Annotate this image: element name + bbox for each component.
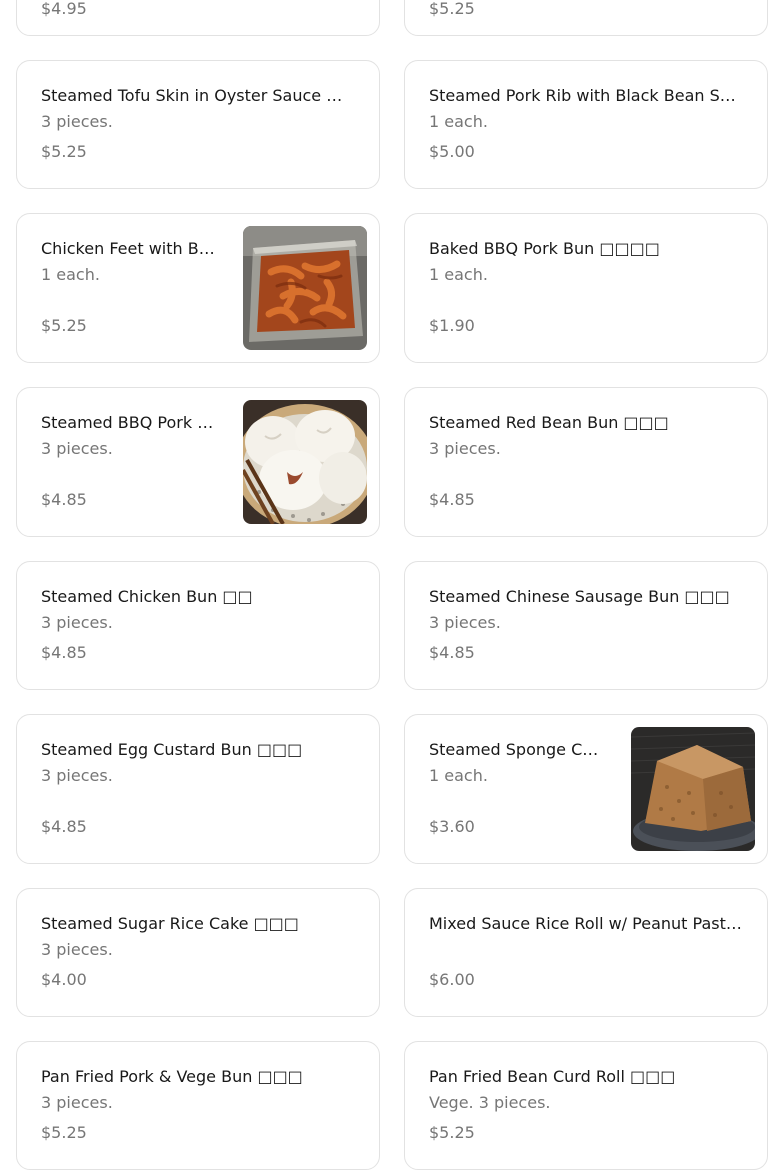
menu-item-card[interactable]: Chicken Feet with Black Bean Sauce □□□ 1… <box>16 213 380 363</box>
item-price: $4.85 <box>429 490 475 509</box>
item-description: 3 pieces. <box>41 112 113 131</box>
item-name: Pan Fried Bean Curd Roll □□□ <box>429 1067 676 1086</box>
item-description: 3 pieces. <box>41 940 113 959</box>
item-price: $3.60 <box>429 817 475 836</box>
menu-item-card[interactable]: Steamed Tofu Skin in Oyster Sauce □□□ 3 … <box>16 60 380 189</box>
menu-item-card[interactable]: Steamed Pork Rib with Black Bean Sauce □… <box>404 60 768 189</box>
item-price: $5.00 <box>429 142 475 161</box>
sponge-cake-photo <box>631 727 755 851</box>
menu-item-card[interactable]: Steamed Chinese Sausage Bun □□□ 3 pieces… <box>404 561 768 690</box>
menu-item-card[interactable]: Pan Fried Bean Curd Roll □□□ Vege. 3 pie… <box>404 1041 768 1170</box>
item-description: 1 each. <box>429 766 488 785</box>
menu-item-card[interactable]: Baked BBQ Pork Bun □□□□ 1 each. $1.90 <box>404 213 768 363</box>
item-price: $5.25 <box>41 316 87 335</box>
menu-item-card[interactable]: Steamed Red Bean Bun □□□ 3 pieces. $4.85 <box>404 387 768 537</box>
menu-item-card[interactable]: Mixed Sauce Rice Roll w/ Peanut Paste □□… <box>404 888 768 1017</box>
chicken-feet-photo <box>243 226 367 350</box>
item-name: Steamed Egg Custard Bun □□□ <box>41 740 303 759</box>
item-description: 3 pieces. <box>41 1093 113 1112</box>
item-price: $4.85 <box>41 817 87 836</box>
menu-item-card[interactable]: $5.25 <box>404 0 768 36</box>
item-price: $4.85 <box>429 643 475 662</box>
item-name: Steamed Pork Rib with Black Bean Sauce □… <box>429 86 743 105</box>
item-price: $4.85 <box>41 643 87 662</box>
item-price: $5.25 <box>429 0 475 18</box>
menu-item-card[interactable]: Steamed Sugar Rice Cake □□□ 3 pieces. $4… <box>16 888 380 1017</box>
item-name: Chicken Feet with Black Bean Sauce □□□ <box>41 239 219 258</box>
item-price: $4.95 <box>41 0 87 18</box>
item-price: $1.90 <box>429 316 475 335</box>
item-description: 3 pieces. <box>41 766 113 785</box>
item-price: $6.00 <box>429 970 475 989</box>
item-name: Mixed Sauce Rice Roll w/ Peanut Paste □□… <box>429 914 743 933</box>
item-description: 3 pieces. <box>41 613 113 632</box>
item-price: $5.25 <box>41 1123 87 1142</box>
item-name: Steamed Chinese Sausage Bun □□□ <box>429 587 730 606</box>
item-description: 1 each. <box>41 265 100 284</box>
menu-item-card[interactable]: Pan Fried Pork & Vege Bun □□□ 3 pieces. … <box>16 1041 380 1170</box>
item-name: Steamed Chicken Bun □□ <box>41 587 253 606</box>
menu-item-card[interactable]: Steamed BBQ Pork Bun □□□ 3 pieces. $4.85 <box>16 387 380 537</box>
item-name: Steamed Tofu Skin in Oyster Sauce □□□ <box>41 86 355 105</box>
menu-item-card[interactable]: Steamed Egg Custard Bun □□□ 3 pieces. $4… <box>16 714 380 864</box>
item-price: $4.85 <box>41 490 87 509</box>
item-price: $5.25 <box>41 142 87 161</box>
item-price: $5.25 <box>429 1123 475 1142</box>
item-description: 1 each. <box>429 265 488 284</box>
item-description: 1 each. <box>429 112 488 131</box>
item-name: Pan Fried Pork & Vege Bun □□□ <box>41 1067 303 1086</box>
menu-item-card[interactable]: Steamed Sponge Cake □□□ 1 each. $3.60 <box>404 714 768 864</box>
item-name: Steamed BBQ Pork Bun □□□ <box>41 413 219 432</box>
item-name: Steamed Sugar Rice Cake □□□ <box>41 914 299 933</box>
menu-item-card[interactable]: $4.95 <box>16 0 380 36</box>
item-price: $4.00 <box>41 970 87 989</box>
menu-item-card[interactable]: Steamed Chicken Bun □□ 3 pieces. $4.85 <box>16 561 380 690</box>
item-description: 3 pieces. <box>429 439 501 458</box>
item-description: 3 pieces. <box>429 613 501 632</box>
item-name: Baked BBQ Pork Bun □□□□ <box>429 239 660 258</box>
bbq-pork-bun-photo <box>243 400 367 524</box>
item-description: Vege. 3 pieces. <box>429 1093 551 1112</box>
item-name: Steamed Sponge Cake □□□ <box>429 740 607 759</box>
item-name: Steamed Red Bean Bun □□□ <box>429 413 669 432</box>
item-description: 3 pieces. <box>41 439 113 458</box>
